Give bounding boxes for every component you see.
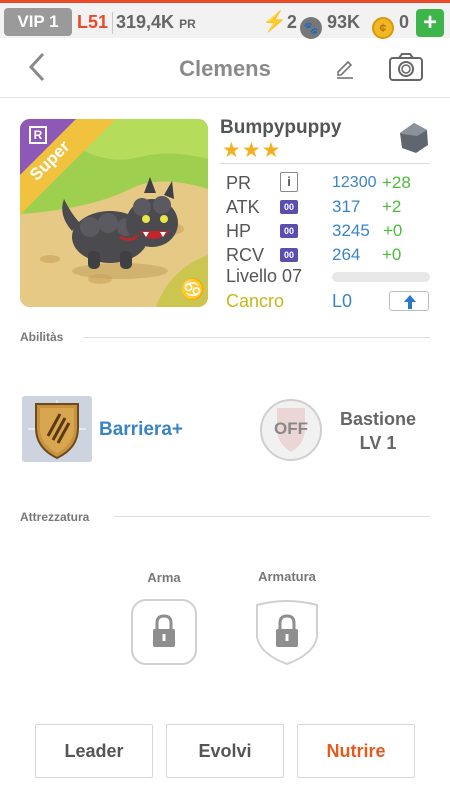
stat-bonus: +2 — [382, 197, 402, 216]
weapon-slot[interactable] — [131, 599, 197, 665]
coin-counter[interactable]: ¢ 0 — [372, 9, 409, 39]
pencil-icon[interactable] — [334, 58, 356, 80]
lightning-icon: ⚡ — [262, 11, 287, 33]
pet-portrait[interactable]: R Super ♋ — [20, 119, 208, 307]
leader-button[interactable]: Leader — [35, 724, 153, 778]
off-badge: OFF — [274, 419, 308, 438]
stat-bonus: +0 — [383, 221, 403, 240]
stat-value: 317 — [332, 197, 361, 216]
stat-badge: 00 — [280, 224, 298, 238]
page-header: Clemens — [0, 38, 450, 98]
zodiac-sign-label: Cancro — [226, 291, 285, 311]
stat-label: HP — [226, 221, 252, 241]
evolve-button[interactable]: Evolvi — [166, 724, 284, 778]
stat-value: 3245 — [332, 221, 370, 240]
stat-bonus: +0 — [382, 245, 402, 264]
player-level: L51 — [77, 12, 109, 32]
stat-badge: 00 — [280, 200, 298, 214]
slot-label-armor: Armatura — [258, 569, 316, 584]
stat-label: PR — [226, 173, 252, 193]
vip-badge[interactable]: VIP 1 — [4, 8, 72, 36]
section-title-equipment: Attrezzatura — [20, 510, 90, 524]
divider — [84, 337, 430, 338]
stat-label: ATK — [226, 197, 260, 217]
rarity-badge: R — [29, 126, 47, 144]
cancer-zodiac-icon: ♋ — [180, 279, 205, 301]
section-title-abilities: Abilitàs — [20, 330, 64, 344]
passive-ability-name: Bastione — [339, 409, 417, 429]
limit-level: L0 — [332, 291, 353, 311]
power-value: 319,4K — [116, 12, 175, 32]
divider — [112, 12, 113, 34]
power-rating: 319,4K PR — [116, 9, 196, 37]
paw-counter[interactable]: 🐾 93K — [300, 9, 360, 39]
stat-value: 264 — [332, 245, 361, 264]
rock-element-icon — [397, 121, 431, 155]
shield-off-icon[interactable]: OFF — [259, 398, 323, 462]
info-icon[interactable]: i — [280, 172, 298, 192]
pet-name: Bumpypuppy — [220, 117, 342, 138]
coin-icon: ¢ — [372, 17, 394, 39]
armor-slot[interactable] — [254, 599, 320, 666]
stat-label: RCV — [226, 245, 265, 265]
stat-value: 12300 — [332, 174, 377, 191]
passive-ability-level: LV 1 — [359, 433, 397, 453]
paw-value: 93K — [327, 12, 361, 32]
rarity-letter: R — [33, 128, 43, 142]
paw-icon: 🐾 — [300, 17, 322, 39]
upgrade-button[interactable] — [389, 291, 429, 311]
divider — [220, 163, 430, 164]
power-unit: PR — [179, 17, 196, 31]
energy-value: 2 — [286, 12, 297, 32]
coin-value: 0 — [399, 12, 410, 32]
ability-name-barriera[interactable]: Barriera+ — [99, 419, 183, 441]
pet-level: Livello 07 — [226, 266, 303, 286]
add-coins-button[interactable]: + — [416, 9, 444, 37]
xp-progress-bar — [332, 272, 430, 282]
shield-claw-icon[interactable] — [22, 396, 92, 462]
slot-label-weapon: Arma — [147, 570, 181, 585]
stat-bonus: +28 — [382, 173, 411, 192]
stat-badge: 00 — [280, 248, 298, 262]
passive-ability: Bastione LV 1 — [333, 407, 423, 455]
status-bar: VIP 1 L51 319,4K PR ⚡2 🐾 93K ¢ 0 + — [0, 0, 450, 39]
feed-button[interactable]: Nutrire — [297, 724, 415, 778]
divider — [114, 516, 430, 517]
energy-counter[interactable]: ⚡2 — [262, 8, 297, 36]
camera-icon[interactable] — [388, 52, 424, 82]
page-title: Clemens — [179, 56, 271, 81]
star-rating: ★★★ — [222, 139, 282, 162]
arrow-up-icon — [404, 295, 416, 309]
